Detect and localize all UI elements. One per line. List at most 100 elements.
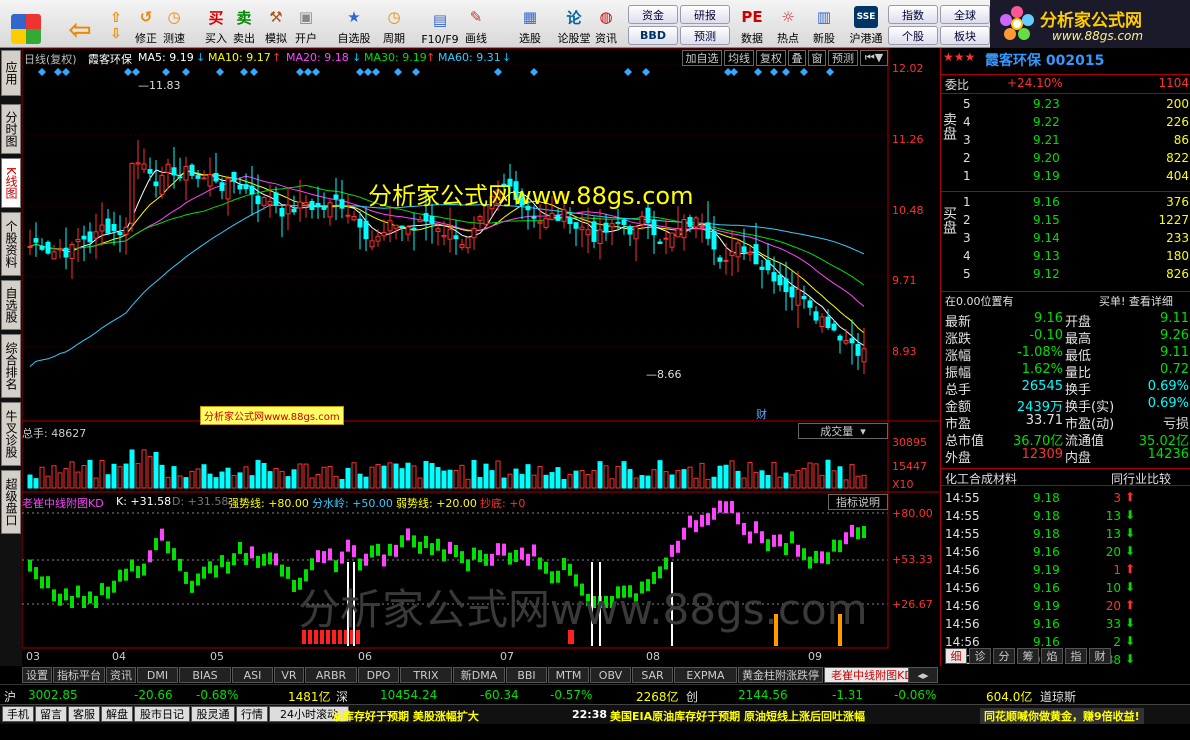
tab-watchlist[interactable]: 自选股 [1,280,21,330]
toolbar-filter-button[interactable]: ▦ 选股 [516,2,544,46]
industry-compare[interactable]: 同行业比较 [1111,470,1171,487]
industry-name[interactable]: 化工合成材料 [945,470,1017,487]
bid-row[interactable]: 2 9.15 1227 [941,212,1190,230]
news-bar-button[interactable]: 行情 [236,706,268,722]
tab-super-panel[interactable]: 超级盘口 [1,470,21,534]
toolbar-star-button[interactable]: ★ 自选股 [334,2,374,46]
global-button[interactable]: 全球 [940,5,990,24]
indicator-tab[interactable]: BIAS [179,667,231,683]
tab-scroll-arrows[interactable]: ◂▸ [908,667,938,683]
indicator-tab[interactable]: TRIX [400,667,452,683]
volume: 86 [1173,133,1189,147]
ask-row[interactable]: 5 9.23 200 [941,96,1190,114]
tab-diagnosis[interactable]: 牛叉诊股 [1,402,21,466]
quote-tab[interactable]: 筹 [1017,648,1039,664]
toolbar-sell-button[interactable]: 卖卖出 [230,2,258,46]
indicator-tab[interactable]: BBI [506,667,547,683]
ask-row[interactable]: 1 9.19 404 [941,168,1190,186]
indicator-tab[interactable]: 老崔中线附图KD [824,667,920,683]
finance-marker[interactable]: 财 [756,406,767,422]
indicator-tab[interactable]: VR [274,667,304,683]
tab-apps[interactable]: 应用 [1,50,21,96]
indicator-tab[interactable]: DMI [137,667,178,683]
toolbar-pen-button[interactable]: ✎ 画线 [462,2,490,46]
stock-button[interactable]: 个股 [888,26,938,45]
toolbar-hammer-button[interactable]: ⚒ 模拟 [262,2,290,46]
toolbar-doc-button[interactable]: ▥ 新股 [810,2,838,46]
indicator-tab[interactable]: MTM [548,667,589,683]
toolbar-clock-button[interactable]: ◷ 测速 [160,2,188,46]
tab-stock-profile[interactable]: 个股资料 [1,212,21,276]
gold-ad[interactable]: 同花顺喊你做黄金，赚9倍收益! [980,708,1144,724]
ask-row[interactable]: 2 9.20 822 [941,150,1190,168]
bid-row[interactable]: 4 9.13 180 [941,248,1190,266]
toolbar-buy-button[interactable]: 买买入 [202,2,230,46]
quote-tab[interactable]: 焰 [1041,648,1063,664]
toolbar-sse-button[interactable]: SSE 沪港通 [846,2,886,46]
tab-ranking[interactable]: 综合排名 [1,334,21,398]
bid-row[interactable]: 5 9.12 826 [941,266,1190,284]
research-button[interactable]: 研报 [680,5,730,24]
indicator-tab[interactable]: 资讯 [106,667,136,683]
bbd-button[interactable]: BBD [628,26,678,45]
forecast-button[interactable]: 预测 [680,26,730,45]
nav-arrows-button[interactable]: ⏮▼ [860,50,888,66]
indicator-tab[interactable]: EXPMA [674,667,737,683]
news-bar-button[interactable]: 股市日记 [134,706,190,722]
chart-canvas[interactable] [22,48,940,666]
up-down-button[interactable]: ⇧ ⇩ [102,2,130,46]
quote-tab[interactable]: 指 [1065,648,1087,664]
toolbar-lun-button[interactable]: 论论股堂 [554,2,594,46]
tab-kline[interactable]: K线图 [1,158,21,208]
tab-intraday[interactable]: 分时图 [1,104,21,154]
position-link[interactable]: 买单! 查看详细 [1099,293,1173,309]
back-button[interactable]: ⇦ [60,2,100,46]
indicator-tab[interactable]: OBV [590,667,631,683]
dow-label[interactable]: 道琼斯 [1040,688,1076,705]
news-bar-button[interactable]: 客服 [68,706,100,722]
toolbar-clock-button[interactable]: ◷ 周期 [380,2,408,46]
toolbar-undo-button[interactable]: ↺ 修正 [132,2,160,46]
sector-button[interactable]: 板块 [940,26,990,45]
news-headline-2[interactable]: 美国EIA原油库存好于预期 原油短线上涨后回吐涨幅 [610,708,865,724]
add-watchlist-button[interactable]: 加自选 [682,50,722,66]
indicator-help-button[interactable]: 指标说明 [828,494,888,510]
indicator-tab[interactable]: DPO [358,667,399,683]
forecast-chart-button[interactable]: 预测 [828,50,858,66]
ask-row[interactable]: 4 9.22 226 [941,114,1190,132]
indicator-tab[interactable]: ASI [232,667,273,683]
adjust-button[interactable]: 复权 [756,50,786,66]
indicator-tab[interactable]: ARBR [305,667,357,683]
indicator-tab[interactable]: SAR [632,667,673,683]
toolbar-news-button[interactable]: ◍ 资讯 [592,2,620,46]
indicator-tab[interactable]: 黄金柱附涨跌停 [738,667,823,683]
quote-tab[interactable]: 诊 [969,648,991,664]
window-button[interactable]: 窗 [808,50,826,66]
quote-tab[interactable]: 细 [945,648,967,664]
indicator-tab[interactable]: 指标平台 [53,667,105,683]
index-button[interactable]: 指数 [888,5,938,24]
indicator-tab[interactable]: 新DMA [453,667,505,683]
overlay-button[interactable]: 叠 [788,50,806,66]
ma-button[interactable]: 均线 [724,50,754,66]
toolbar-lock-button[interactable]: ▣ 开户 [292,2,320,46]
windows-logo-button[interactable] [6,2,46,46]
fund-button[interactable]: 资金 [628,5,678,24]
kd-bar [778,534,782,547]
toolbar-chart-button[interactable]: ▤ F10/F9 [420,2,460,46]
news-bar-button[interactable]: 解盘 [101,706,133,722]
ask-row[interactable]: 3 9.21 86 [941,132,1190,150]
news-bar-button[interactable]: 手机 [2,706,34,722]
indicator-tab[interactable]: 设置 [22,667,52,683]
bid-row[interactable]: 1 9.16 376 [941,194,1190,212]
volume-selector[interactable]: 成交量 ▾ [798,423,888,439]
news-headline-1[interactable]: 油库存好于预期 美股涨幅扩大 [332,708,479,724]
toolbar-hot-button[interactable]: ☼ 热点 [774,2,802,46]
news-bar-button[interactable]: 股灵通 [191,706,235,722]
quote-tab[interactable]: 财 [1089,648,1111,664]
bid-row[interactable]: 3 9.14 233 [941,230,1190,248]
news-bar-button[interactable]: 留言 [35,706,67,722]
quote-tab[interactable]: 分 [993,648,1015,664]
toolbar-pe-button[interactable]: PE 数据 [738,2,766,46]
ma30-label: MA30: 9.19 [364,51,427,64]
